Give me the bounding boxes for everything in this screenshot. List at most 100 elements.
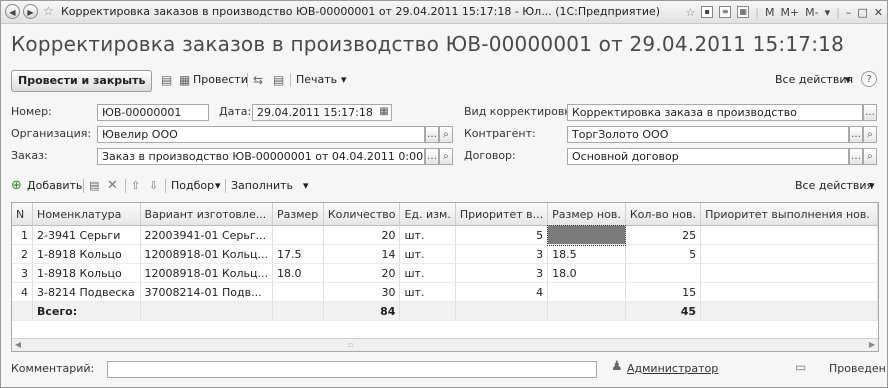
table-cell[interactable]: 14 — [323, 244, 401, 264]
number-field[interactable]: ЮВ-00000001 — [97, 104, 209, 121]
star-icon[interactable]: ☆ — [43, 4, 54, 18]
select-button[interactable]: … — [863, 104, 877, 121]
select-button[interactable]: … — [425, 126, 439, 143]
table-cell[interactable]: 3-8214 Подвеска — [32, 282, 141, 302]
fill-button[interactable]: Заполнить — [231, 176, 293, 196]
organization-field[interactable]: Ювелир ООО — [97, 126, 425, 143]
contract-field[interactable]: Основной договор — [567, 148, 849, 165]
column-header[interactable]: Ед. изм. — [399, 203, 456, 226]
table-cell[interactable] — [700, 244, 878, 264]
help-icon[interactable]: ? — [861, 71, 877, 87]
all-actions-button[interactable]: Все действия — [775, 70, 853, 90]
scroll-left-icon[interactable]: ◀ — [12, 339, 24, 351]
column-header[interactable]: Приоритет выполнения нов. — [700, 203, 878, 226]
post-button[interactable]: Провести — [193, 70, 248, 90]
memory-minus-button[interactable]: M- — [805, 6, 818, 19]
correction-type-field[interactable]: Корректировка заказа в производство — [567, 104, 863, 121]
table-cell[interactable]: 20 — [323, 263, 401, 283]
print-icon[interactable]: ≡ — [719, 6, 732, 18]
table-cell[interactable]: 5 — [625, 244, 702, 264]
counterparty-field[interactable]: ТоргЗолото ООО — [567, 126, 849, 143]
table-cell[interactable]: 37008214-01 Подв... — [140, 282, 274, 302]
back-icon[interactable]: ◀ — [5, 4, 20, 19]
table-cell[interactable]: 2 — [12, 244, 34, 264]
table-cell[interactable] — [700, 282, 878, 302]
post-and-close-button[interactable]: Провести и закрыть — [11, 70, 153, 92]
table-cell[interactable]: 18.0 — [547, 263, 626, 283]
table-cell[interactable] — [272, 282, 324, 302]
copy-icon[interactable]: ▤ — [89, 176, 99, 196]
move-up-icon[interactable]: ⇧ — [131, 176, 140, 196]
search-icon[interactable]: ⌕ — [863, 148, 877, 165]
dropdown-icon[interactable]: ▾ — [825, 6, 831, 19]
items-table[interactable]: N Номенклатура Вариант изготовле... Размер К… — [11, 202, 879, 352]
select-button[interactable]: … — [849, 148, 863, 165]
column-header[interactable]: Вариант изготовле... — [140, 203, 274, 226]
calendar-icon[interactable]: ▦ — [737, 6, 750, 18]
table-row[interactable]: 4 3-8214 Подвеска 37008214-01 Подв... 30 шт.… — [12, 282, 878, 302]
document-icon[interactable]: ▤ — [273, 70, 284, 90]
table-cell[interactable]: 12008918-01 Кольц... — [140, 263, 274, 283]
delete-icon[interactable]: ✕ — [107, 176, 118, 196]
table-cell[interactable]: шт. — [399, 244, 456, 264]
table-cell[interactable] — [625, 263, 702, 283]
close-icon[interactable]: ✕ — [874, 6, 883, 19]
table-cell[interactable]: 4 — [12, 282, 34, 302]
save-icon[interactable]: ▪ — [701, 6, 714, 18]
table-row[interactable]: 2 1-8918 Кольцо 12008918-01 Кольц... 17.5 14… — [12, 244, 878, 264]
table-row[interactable]: 1 2-3941 Серьги 22003941-01 Серьг... 20 шт. 5… — [12, 224, 878, 246]
table-cell[interactable] — [700, 225, 878, 245]
table-cell[interactable]: шт. — [399, 263, 456, 283]
table-cell[interactable] — [546, 224, 627, 246]
table-cell[interactable]: 22003941-01 Серьг... — [140, 225, 274, 245]
table-cell[interactable]: 3 — [455, 244, 549, 264]
move-down-icon[interactable]: ⇩ — [149, 176, 158, 196]
column-header[interactable]: Кол-во нов. — [625, 203, 702, 226]
table-cell[interactable]: 1-8918 Кольцо — [32, 244, 141, 264]
table-cell[interactable]: 20 — [323, 225, 401, 245]
table-row[interactable]: 3 1-8918 Кольцо 12008918-01 Кольц... 18.0 20… — [12, 263, 878, 283]
column-header[interactable]: Номенклатура — [32, 203, 141, 226]
table-cell[interactable]: 4 — [455, 282, 549, 302]
scroll-thumb[interactable]: ▫ — [348, 340, 353, 349]
table-cell[interactable]: 1 — [12, 225, 34, 245]
search-icon[interactable]: ⌕ — [439, 148, 453, 165]
search-icon[interactable]: ⌕ — [863, 126, 877, 143]
star-icon[interactable]: ☆ — [685, 6, 695, 19]
post-icon[interactable]: ▦ — [179, 70, 190, 90]
table-cell[interactable]: 30 — [323, 282, 401, 302]
chevron-down-icon[interactable]: ▾ — [215, 176, 221, 196]
table-cell[interactable]: 15 — [625, 282, 702, 302]
forward-icon[interactable]: ▶ — [23, 4, 38, 19]
column-header[interactable]: N — [12, 203, 34, 226]
table-cell[interactable]: 18.0 — [272, 263, 324, 283]
memory-button[interactable]: M — [765, 6, 775, 19]
column-header[interactable]: Количество — [323, 203, 401, 226]
memory-plus-button[interactable]: M+ — [780, 6, 799, 19]
add-button[interactable]: Добавить — [27, 176, 82, 196]
maximize-icon[interactable]: □ — [857, 6, 867, 19]
author-link[interactable]: Администратор — [627, 360, 718, 378]
save-icon[interactable]: ▤ — [161, 70, 172, 90]
table-cell[interactable]: 18.5 — [547, 244, 626, 264]
table-cell[interactable]: 12008918-01 Кольц... — [140, 244, 274, 264]
select-button[interactable]: … — [425, 148, 439, 165]
order-field[interactable]: Заказ в производство ЮВ-00000001 от 04.0… — [97, 148, 425, 165]
calendar-icon[interactable]: ▦ — [377, 104, 391, 121]
minimize-icon[interactable]: – — [846, 6, 852, 19]
chevron-down-icon[interactable]: ▾ — [341, 70, 347, 90]
date-field[interactable]: 29.04.2011 15:17:18 — [252, 104, 392, 121]
table-cell[interactable]: 17.5 — [272, 244, 324, 264]
table-cell[interactable]: 25 — [625, 225, 702, 245]
table-cell[interactable] — [700, 263, 878, 283]
table-cell[interactable]: шт. — [399, 225, 456, 245]
column-header[interactable]: Приоритет в... — [455, 203, 549, 226]
table-cell[interactable]: 3 — [12, 263, 34, 283]
table-cell[interactable] — [547, 282, 626, 302]
print-button[interactable]: Печать — [296, 70, 337, 90]
table-cell[interactable]: 3 — [455, 263, 549, 283]
search-icon[interactable]: ⌕ — [439, 126, 453, 143]
table-all-actions-button[interactable]: Все действия — [795, 176, 873, 196]
add-icon[interactable]: ⊕ — [11, 176, 22, 196]
comment-field[interactable] — [107, 361, 597, 378]
